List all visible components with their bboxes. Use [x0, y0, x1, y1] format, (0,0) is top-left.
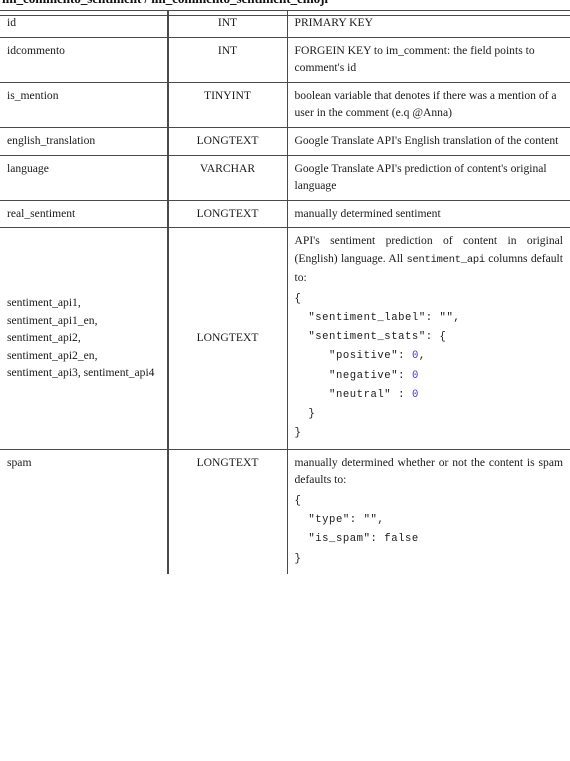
table-header-row: id INT PRIMARY KEY [0, 10, 570, 38]
schema-table: id INT PRIMARY KEY idcommento INT FORGEI… [0, 10, 570, 574]
field-description: boolean variable that denotes if there w… [287, 81, 570, 128]
field-type: INT [168, 36, 288, 83]
field-description-text: manually determined whether or not the c… [294, 455, 564, 487]
field-description: FORGEIN KEY to im_comment: the field poi… [287, 36, 570, 83]
column-header-name: id [0, 10, 169, 38]
table-row: idcommento INT FORGEIN KEY to im_comment… [0, 36, 570, 83]
table-row: is_mention TINYINT boolean variable that… [0, 81, 570, 128]
table-caption: im_commento_sentiment / im_commento_sent… [2, 0, 328, 7]
field-name: language [0, 154, 169, 201]
field-description: Google Translate API's prediction of con… [287, 154, 570, 201]
table-row: spam LONGTEXT manually determined whethe… [0, 448, 570, 574]
table-body: idcommento INT FORGEIN KEY to im_comment… [0, 36, 570, 574]
field-type: LONGTEXT [168, 199, 288, 228]
field-type: LONGTEXT [168, 127, 288, 156]
field-description: manually determined sentiment [287, 199, 570, 228]
field-name: spam [0, 448, 169, 574]
table-row: real_sentiment LONGTEXT manually determi… [0, 199, 570, 228]
document-page: im_commento_sentiment / im_commento_sent… [0, 0, 570, 761]
table-caption-clip: im_commento_sentiment / im_commento_sent… [0, 0, 570, 10]
field-type: TINYINT [168, 81, 288, 128]
table-header: id INT PRIMARY KEY [0, 10, 570, 38]
column-header-description: PRIMARY KEY [287, 10, 570, 38]
code-block-sentiment-default: { "sentiment_label": "", "sentiment_stat… [294, 292, 461, 440]
field-type: LONGTEXT [168, 227, 288, 450]
field-type: VARCHAR [168, 154, 288, 201]
inline-code-sentiment-api: sentiment_api [406, 254, 485, 267]
field-name: is_mention [0, 81, 169, 128]
table-row: sentiment_api1, sentiment_api1_en, senti… [0, 227, 570, 450]
table-row: english_translation LONGTEXT Google Tran… [0, 127, 570, 156]
code-block-spam-default: { "type": "", "is_spam": false } [294, 494, 419, 565]
table-row: language VARCHAR Google Translate API's … [0, 154, 570, 201]
field-type: LONGTEXT [168, 448, 288, 574]
field-description-text: API's sentiment prediction of content in… [295, 232, 564, 286]
field-name: english_translation [0, 127, 169, 156]
field-name: sentiment_api1, sentiment_api1_en, senti… [0, 227, 169, 450]
column-header-type: INT [168, 10, 288, 38]
field-description: API's sentiment prediction of content in… [287, 227, 570, 450]
field-description: manually determined whether or not the c… [287, 448, 570, 574]
field-name: idcommento [0, 36, 169, 83]
field-name: real_sentiment [0, 199, 169, 228]
field-description: Google Translate API's English translati… [287, 127, 570, 156]
